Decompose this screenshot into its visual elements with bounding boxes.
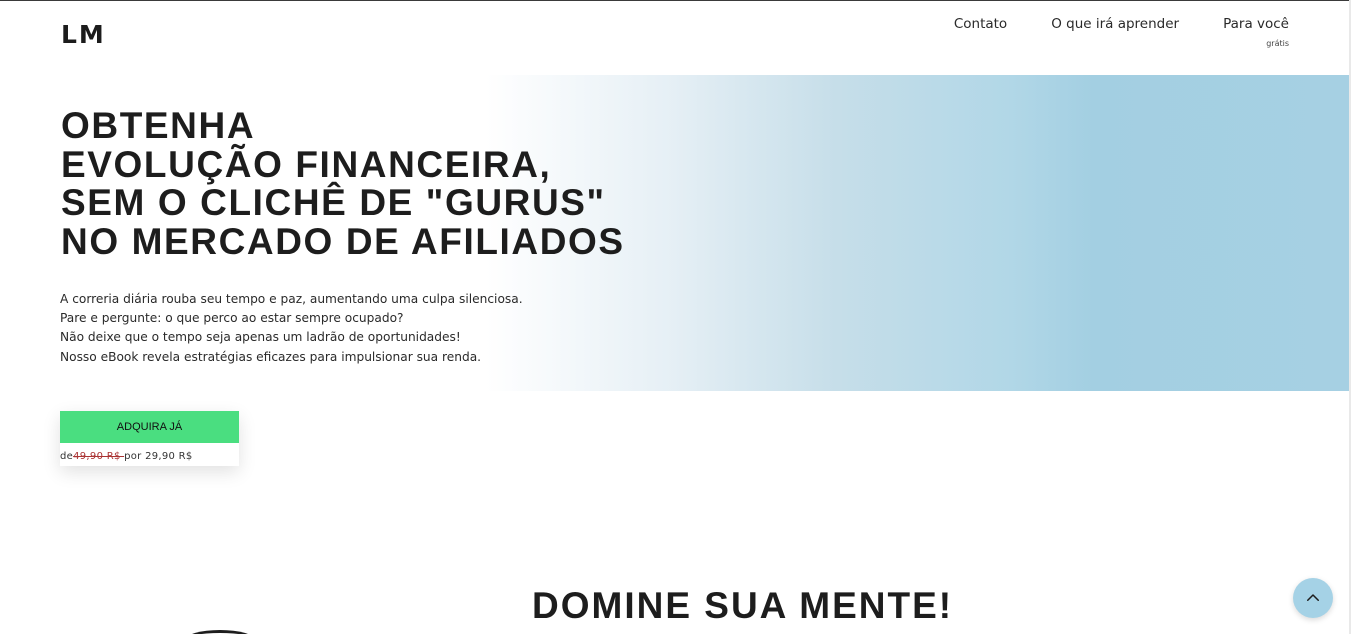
hero-paragraph: Não deixe que o tempo seja apenas um lad… [60, 330, 461, 345]
hero-title-line: NO MERCADO DE AFILIADOS [61, 220, 625, 262]
price-old: 49,90 R$ [73, 451, 125, 462]
hero-paragraph: A correria diária rouba seu tempo e paz,… [60, 292, 523, 306]
hero-description: A correria diária rouba seu tempo e paz,… [60, 290, 523, 367]
price-text: de49,90 R$ por 29,90 R$ [60, 451, 193, 462]
site-logo[interactable]: LM [61, 20, 106, 49]
nav-link-para-voce-label: Para você [1223, 16, 1289, 32]
scroll-to-top-button[interactable] [1293, 578, 1333, 618]
hero-paragraph: Pare e pergunte: o que perco ao estar se… [60, 311, 404, 326]
price-new: por 29,90 R$ [124, 451, 193, 462]
nav-link-o-que-ira-aprender[interactable]: O que irá aprender [1051, 16, 1179, 32]
top-border [0, 0, 1351, 1]
hero-title-line: OBTENHA [61, 105, 256, 146]
main-nav: Contato O que irá aprender Para você grá… [954, 16, 1289, 48]
nav-link-para-voce-sub: grátis [1266, 39, 1289, 48]
decorative-arc [185, 630, 255, 634]
price-prefix: de [60, 451, 74, 462]
nav-link-para-voce[interactable]: Para você grátis [1223, 16, 1289, 48]
hero-title-line: EVOLUÇÃO FINANCEIRA, [61, 143, 552, 185]
cta-card: ADQUIRA JÁ de49,90 R$ por 29,90 R$ [60, 411, 239, 466]
section-title: DOMINE SUA MENTE! [532, 585, 954, 626]
buy-now-button[interactable]: ADQUIRA JÁ [60, 411, 239, 443]
chevron-up-icon [1307, 594, 1319, 601]
hero-title: OBTENHA EVOLUÇÃO FINANCEIRA, SEM O CLICH… [61, 105, 625, 262]
hero-title-line: SEM O CLICHÊ DE "GURUS" [61, 182, 606, 223]
hero-paragraph: Nosso eBook revela estratégias eficazes … [60, 349, 482, 364]
nav-link-contato[interactable]: Contato [954, 16, 1007, 32]
